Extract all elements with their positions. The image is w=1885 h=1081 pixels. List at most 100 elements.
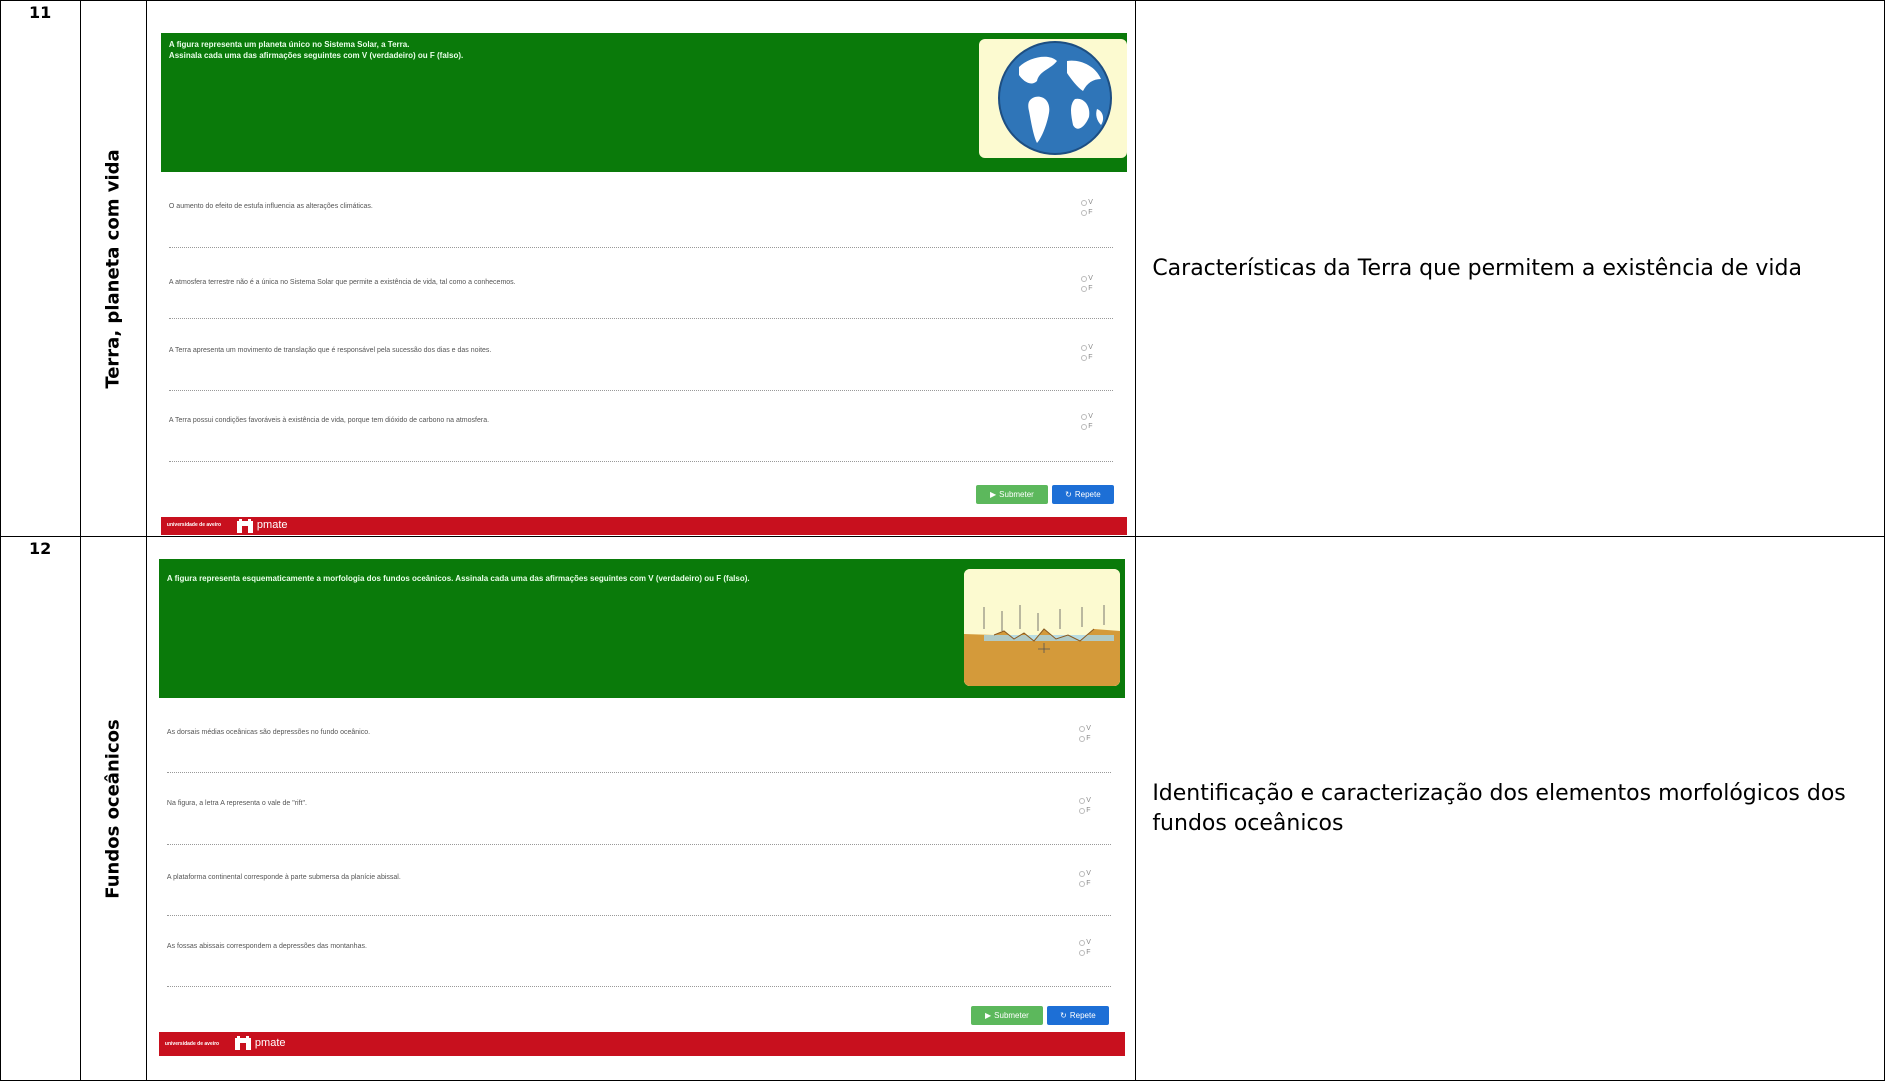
prompt-line: A figura representa um planeta único no …: [168, 40, 410, 49]
radio-label: V: [1088, 344, 1093, 351]
radio-circle-icon[interactable]: [1081, 424, 1088, 430]
radio-circle-icon[interactable]: [1079, 798, 1086, 804]
university-label: universidade de aveiro: [166, 522, 222, 528]
question-text: As dorsais médias oceânicas são depressõ…: [166, 729, 371, 736]
widget-footer: universidade de aveiro pmate: [158, 1032, 1125, 1056]
radio-circle-icon[interactable]: [1079, 881, 1086, 887]
description-cell: Identificação e caracterização dos eleme…: [1135, 536, 1885, 1081]
radio-v[interactable]: V: [1079, 869, 1091, 879]
radio-f[interactable]: F: [1079, 948, 1091, 958]
radio-circle-icon[interactable]: [1079, 871, 1086, 877]
radio-label: V: [1086, 870, 1091, 877]
description-cell: Características da Terra que permitem a …: [1135, 0, 1885, 537]
radio-circle-icon[interactable]: [1079, 726, 1086, 732]
quiz-widget: A figura representa um planeta único no …: [160, 33, 1127, 535]
question-banner: A figura representa um planeta único no …: [160, 33, 1127, 172]
vf-options: V F: [1079, 796, 1091, 816]
ocean-floor-diagram-icon: [963, 569, 1120, 686]
radio-circle-icon[interactable]: [1081, 210, 1088, 216]
vf-options: V F: [1079, 724, 1091, 744]
radio-circle-icon[interactable]: [1081, 200, 1088, 206]
radio-f[interactable]: F: [1081, 422, 1093, 432]
widget-cell: A figura representa esquematicamente a m…: [145, 536, 1137, 1081]
radio-v[interactable]: V: [1081, 343, 1093, 353]
row-number: 12: [0, 536, 81, 1081]
question-banner: A figura representa esquematicamente a m…: [158, 559, 1125, 698]
question-row: A Terra possui condições favoráveis à ex…: [168, 390, 1113, 462]
submit-button[interactable]: ▶ Submeter: [970, 1006, 1043, 1025]
radio-f[interactable]: F: [1079, 806, 1091, 816]
ocean-floor-image: [963, 569, 1120, 686]
question-text: A Terra possui condições favoráveis à ex…: [168, 417, 490, 424]
topic-label: Fundos oceânicos: [102, 718, 124, 899]
radio-label: V: [1086, 939, 1091, 946]
question-row: A plataforma continental corresponde à p…: [166, 844, 1111, 916]
question-row: As dorsais médias oceânicas são depressõ…: [166, 698, 1111, 773]
question-text: A plataforma continental corresponde à p…: [166, 874, 401, 881]
quiz-widget: A figura representa esquematicamente a m…: [158, 559, 1125, 1056]
pmate-logo-icon: [236, 519, 253, 533]
row-number: 11: [0, 0, 81, 537]
vf-options: V F: [1081, 198, 1093, 218]
vf-options: V F: [1079, 938, 1091, 958]
vf-options: V F: [1081, 412, 1093, 432]
question-row: As fossas abissais correspondem a depres…: [166, 915, 1111, 987]
radio-f[interactable]: F: [1079, 879, 1091, 889]
radio-circle-icon[interactable]: [1081, 345, 1088, 351]
question-row: A atmosfera terrestre não é a única no S…: [168, 247, 1113, 319]
radio-circle-icon[interactable]: [1081, 286, 1088, 292]
table-row: 12 Fundos oceânicos A figura representa …: [0, 536, 1885, 1081]
radio-label: V: [1088, 199, 1093, 206]
radio-label: F: [1088, 423, 1093, 430]
radio-circle-icon[interactable]: [1079, 950, 1086, 956]
radio-circle-icon[interactable]: [1079, 808, 1086, 814]
radio-circle-icon[interactable]: [1081, 355, 1088, 361]
question-text: O aumento do efeito de estufa influencia…: [168, 203, 373, 210]
radio-circle-icon[interactable]: [1081, 276, 1088, 282]
refresh-icon: ↻: [1065, 490, 1072, 499]
radio-v[interactable]: V: [1081, 198, 1093, 208]
submit-label: Submeter: [999, 490, 1034, 499]
radio-f[interactable]: F: [1081, 284, 1093, 294]
repeat-label: Repete: [1074, 490, 1101, 499]
radio-f[interactable]: F: [1079, 734, 1091, 744]
radio-label: V: [1086, 725, 1091, 732]
banner-prompt: A figura representa um planeta único no …: [169, 39, 463, 61]
radio-label: F: [1086, 735, 1091, 742]
earth-globe-icon: [997, 41, 1112, 155]
repeat-button[interactable]: ↻ Repete: [1051, 485, 1114, 504]
radio-label: V: [1086, 797, 1091, 804]
radio-label: F: [1086, 807, 1091, 814]
radio-label: F: [1086, 949, 1091, 956]
radio-label: F: [1088, 209, 1093, 216]
radio-f[interactable]: F: [1081, 208, 1093, 218]
radio-circle-icon[interactable]: [1081, 414, 1088, 420]
question-text: A Terra apresenta um movimento de transl…: [168, 347, 492, 354]
brand-label: pmate: [256, 519, 288, 531]
radio-label: V: [1088, 275, 1093, 282]
vf-options: V F: [1081, 274, 1093, 294]
radio-v[interactable]: V: [1079, 796, 1091, 806]
table-row: 11 Terra, planeta com vida A figura repr…: [0, 0, 1885, 537]
question-row: O aumento do efeito de estufa influencia…: [168, 172, 1113, 248]
radio-circle-icon[interactable]: [1079, 940, 1086, 946]
play-icon: ▶: [990, 490, 997, 499]
play-icon: ▶: [985, 1011, 992, 1020]
repeat-label: Repete: [1069, 1011, 1096, 1020]
radio-v[interactable]: V: [1081, 274, 1093, 284]
radio-circle-icon[interactable]: [1079, 736, 1086, 742]
question-text: Na figura, a letra A representa o vale d…: [166, 800, 307, 807]
radio-v[interactable]: V: [1079, 724, 1091, 734]
submit-button[interactable]: ▶ Submeter: [975, 485, 1048, 504]
topic-cell: Fundos oceânicos: [79, 536, 147, 1081]
repeat-button[interactable]: ↻ Repete: [1046, 1006, 1109, 1025]
submit-label: Submeter: [994, 1011, 1029, 1020]
radio-v[interactable]: V: [1079, 938, 1091, 948]
radio-f[interactable]: F: [1081, 353, 1093, 363]
question-text: As fossas abissais correspondem a depres…: [166, 943, 367, 950]
radio-v[interactable]: V: [1081, 412, 1093, 422]
widget-cell: A figura representa um planeta único no …: [145, 0, 1137, 537]
radio-label: V: [1088, 413, 1093, 420]
radio-label: F: [1086, 880, 1091, 887]
radio-label: F: [1088, 285, 1093, 292]
